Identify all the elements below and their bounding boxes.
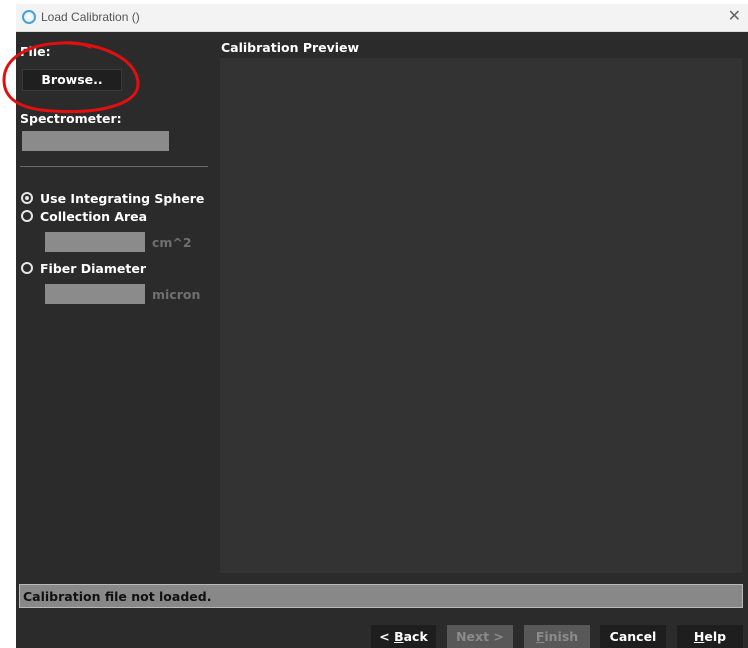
collection-area-unit: cm^2: [152, 235, 192, 250]
title-bar: Load Calibration () ✕: [16, 4, 748, 32]
browse-button[interactable]: Browse..: [22, 69, 122, 91]
back-button[interactable]: < Back: [371, 625, 436, 648]
integrating-sphere-label[interactable]: Use Integrating Sphere: [40, 191, 204, 206]
spectrometer-label: Spectrometer:: [20, 111, 122, 126]
finish-rest: inish: [544, 629, 579, 644]
finish-button[interactable]: Finish: [524, 625, 590, 648]
close-icon[interactable]: ✕: [728, 8, 741, 24]
back-rest: ack: [403, 629, 428, 644]
help-rest: elp: [704, 629, 727, 644]
collection-area-radio[interactable]: [21, 210, 33, 222]
help-mnemonic: H: [693, 629, 705, 644]
status-bar: Calibration file not loaded.: [19, 584, 743, 608]
fiber-diameter-field[interactable]: [45, 284, 145, 304]
separator: [20, 166, 208, 167]
load-calibration-dialog: Load Calibration () ✕ File: Browse.. Spe…: [16, 4, 748, 648]
spectrometer-field[interactable]: [22, 131, 169, 151]
fiber-diameter-label[interactable]: Fiber Diameter: [40, 261, 146, 276]
fiber-diameter-unit: micron: [152, 287, 201, 302]
window-title: Load Calibration (): [41, 10, 140, 24]
integrating-sphere-radio[interactable]: [21, 192, 33, 204]
fiber-diameter-radio[interactable]: [21, 262, 33, 274]
back-prefix: <: [379, 629, 395, 644]
app-icon: [22, 10, 36, 24]
back-mnemonic: B: [394, 629, 404, 644]
collection-area-field[interactable]: [45, 232, 145, 252]
status-text: Calibration file not loaded.: [23, 589, 212, 604]
collection-area-label[interactable]: Collection Area: [40, 209, 147, 224]
file-label: File:: [20, 44, 51, 59]
next-button[interactable]: Next >: [447, 625, 513, 648]
calibration-preview-panel: [219, 57, 743, 574]
help-button[interactable]: Help: [677, 625, 743, 648]
cancel-button[interactable]: Cancel: [600, 625, 666, 648]
preview-title: Calibration Preview: [221, 40, 360, 55]
